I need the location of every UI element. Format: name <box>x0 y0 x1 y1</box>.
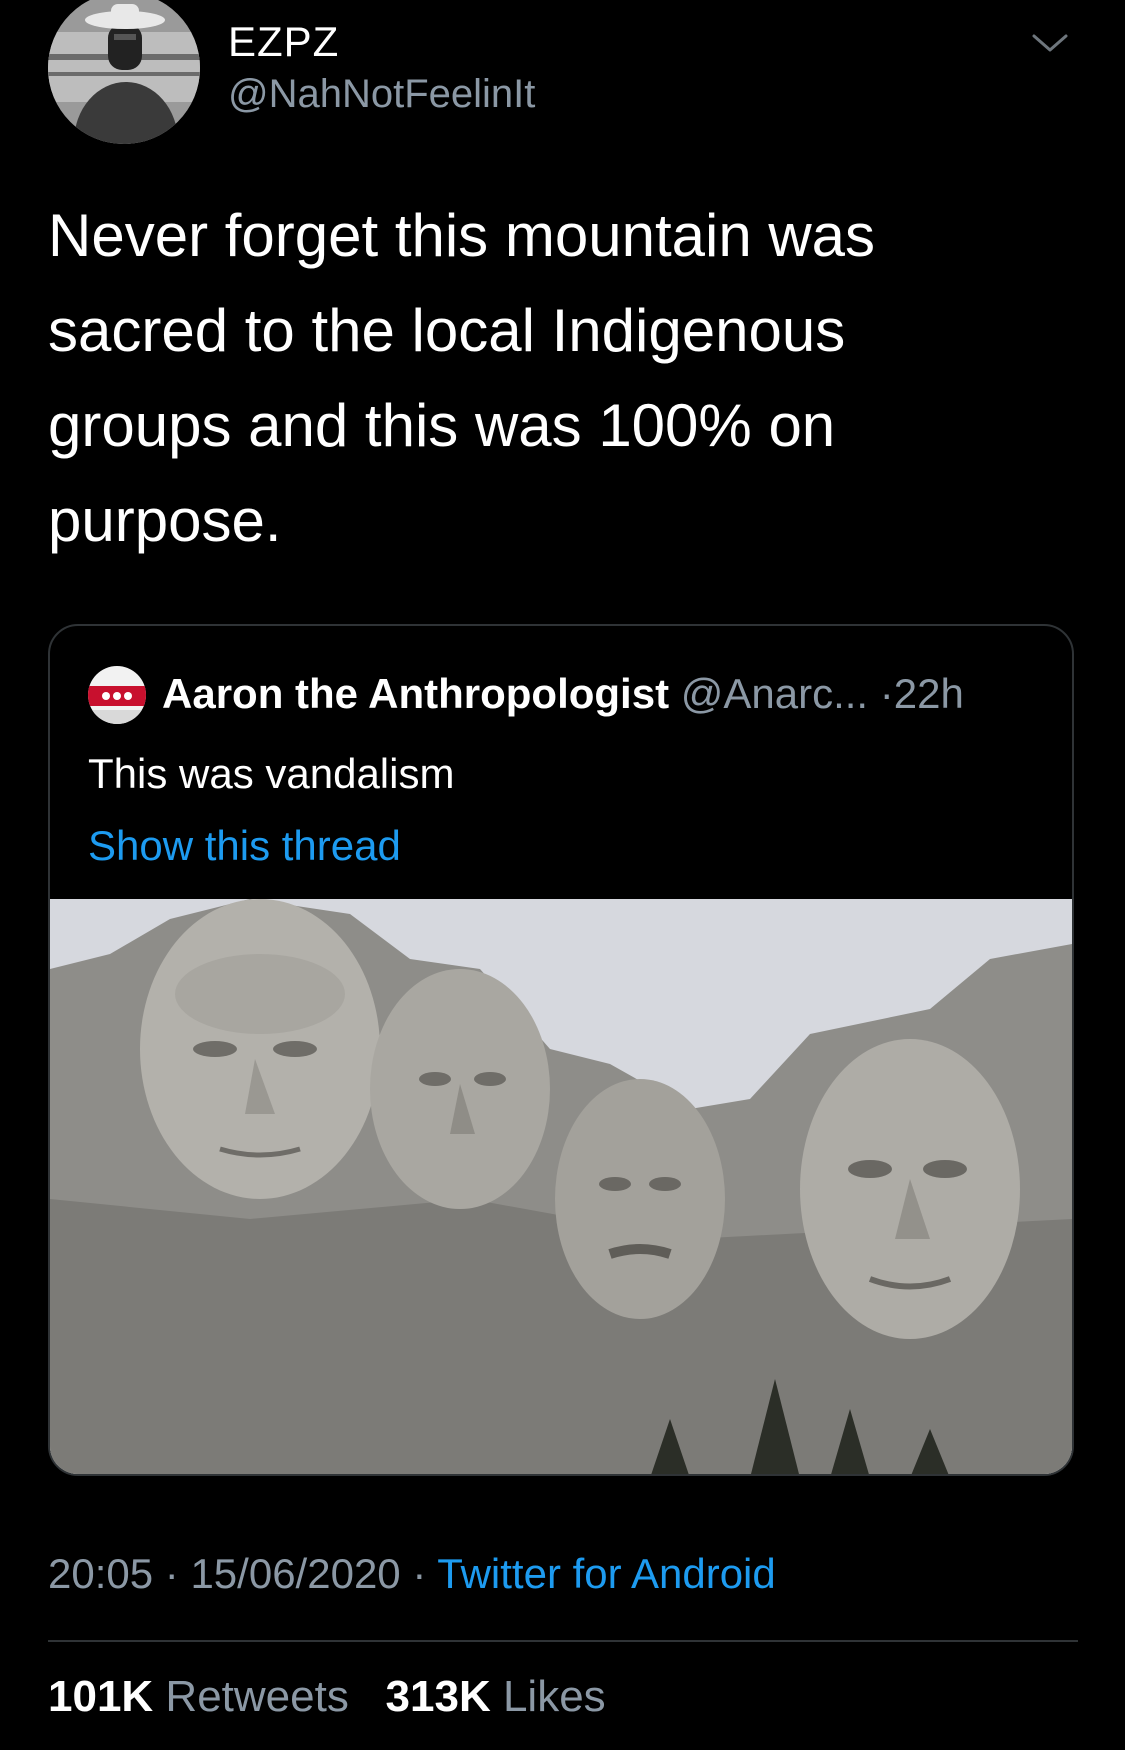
divider <box>48 1640 1078 1642</box>
tweet-stats: 101K Retweets 313K Likes <box>48 1672 606 1722</box>
author-display-name[interactable]: EZPZ <box>228 18 339 66</box>
retweets-count: 101K <box>48 1672 154 1721</box>
likes-stat[interactable]: 313K Likes <box>386 1672 606 1721</box>
likes-label: Likes <box>502 1672 606 1721</box>
quoted-tweet-header: Aaron the Anthropologist @Anarc... ·22h … <box>50 626 1072 899</box>
show-thread-link[interactable]: Show this thread <box>88 822 401 870</box>
tweet-source-link[interactable]: Twitter for Android <box>437 1550 775 1597</box>
meta-separator: · <box>164 1550 179 1597</box>
tweet-date: 15/06/2020 <box>190 1550 401 1597</box>
tweet-header: EZPZ @NahNotFeelinIt <box>48 0 1088 150</box>
author-avatar[interactable] <box>48 0 200 144</box>
quoted-author-line: Aaron the Anthropologist @Anarc... ·22h <box>162 670 964 718</box>
quoted-separator: · <box>879 670 894 717</box>
quoted-author-avatar <box>88 666 146 724</box>
quoted-tweet-image[interactable] <box>50 899 1072 1474</box>
tweet-text: Never forget this mountain was sacred to… <box>48 202 876 554</box>
tweet-time: 20:05 <box>48 1550 154 1597</box>
quoted-timestamp: 22h <box>893 670 964 717</box>
quoted-tweet[interactable]: Aaron the Anthropologist @Anarc... ·22h … <box>48 624 1074 1476</box>
tweet-meta: 20:05 · 15/06/2020 · Twitter for Android <box>48 1550 776 1598</box>
retweets-label: Retweets <box>165 1672 349 1721</box>
chevron-down-icon[interactable] <box>1028 26 1072 60</box>
quoted-author-name: Aaron the Anthropologist <box>162 670 670 717</box>
quoted-author-handle: @Anarc... <box>680 670 869 717</box>
quoted-tweet-text: This was vandalism <box>88 750 455 797</box>
retweets-stat[interactable]: 101K Retweets <box>48 1672 349 1721</box>
author-handle[interactable]: @NahNotFeelinIt <box>228 72 535 117</box>
likes-count: 313K <box>385 1672 491 1721</box>
meta-separator: · <box>412 1550 427 1597</box>
